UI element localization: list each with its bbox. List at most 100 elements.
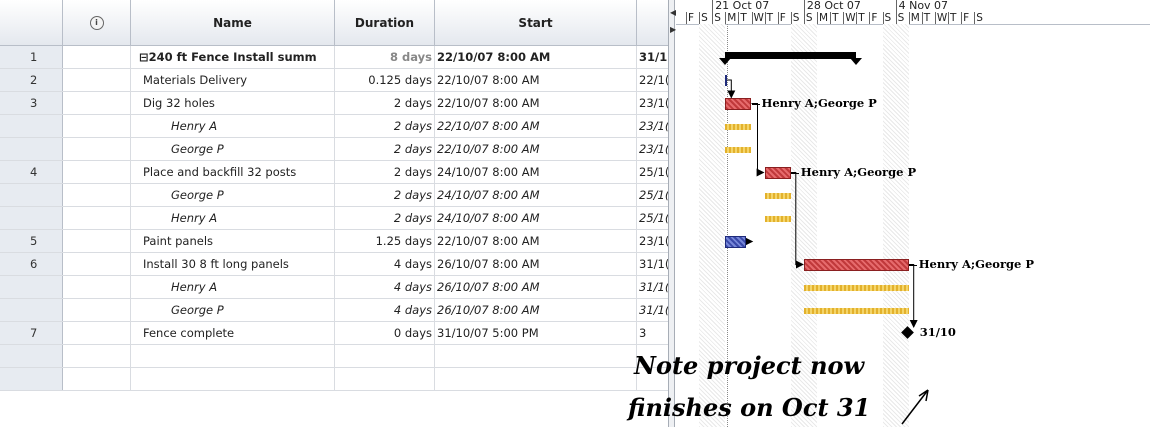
start-cell[interactable]: 22/10/07 8:00 AM <box>435 115 637 137</box>
task-name-cell[interactable]: George P <box>131 184 335 206</box>
indicator-cell[interactable] <box>63 138 131 160</box>
finish-cell[interactable]: 25/1( <box>637 184 668 206</box>
indicator-cell[interactable] <box>63 69 131 91</box>
indicator-cell[interactable] <box>63 184 131 206</box>
start-cell[interactable]: 22/10/07 8:00 AM <box>435 230 637 252</box>
task-name-cell[interactable]: Henry A <box>131 115 335 137</box>
table-row[interactable]: Henry A2 days 24/10/07 8:00 AM 25/1( <box>0 207 668 230</box>
finish-cell[interactable]: 31/1( <box>637 276 668 298</box>
table-row[interactable] <box>0 345 668 368</box>
table-row[interactable]: 1 ⊟240 ft Fence Install summ 8 days 22/10/0… <box>0 46 668 69</box>
duration-cell[interactable]: 2 days <box>335 115 435 137</box>
row-id-cell[interactable]: 5 <box>0 230 63 252</box>
column-header-finish[interactable] <box>637 0 668 46</box>
row-id-cell[interactable]: 4 <box>0 161 63 183</box>
table-row[interactable]: George P2 days 22/10/07 8:00 AM 23/1( <box>0 138 668 161</box>
row-id-cell[interactable]: 2 <box>0 69 63 91</box>
finish-cell[interactable]: 23/1( <box>637 92 668 114</box>
duration-cell[interactable] <box>335 368 435 390</box>
row-id-cell[interactable] <box>0 115 63 137</box>
indicator-cell[interactable] <box>63 207 131 229</box>
task-name-cell[interactable]: Henry A <box>131 207 335 229</box>
table-row[interactable]: 6 Install 30 8 ft long panels 4 days 26/10/… <box>0 253 668 276</box>
table-row[interactable]: 3 Dig 32 holes 2 days 22/10/07 8:00 AM 23/1( <box>0 92 668 115</box>
task-name-cell[interactable]: George P <box>131 299 335 321</box>
assignment-bar[interactable] <box>764 215 791 222</box>
task-name-cell[interactable]: Fence complete <box>131 322 335 344</box>
task-bar-place-posts[interactable] <box>764 166 791 179</box>
indicator-cell[interactable] <box>63 92 131 114</box>
table-row[interactable]: Henry A4 days 26/10/07 8:00 AM 31/1( <box>0 276 668 299</box>
task-name-cell[interactable] <box>131 345 335 367</box>
indicator-cell[interactable] <box>63 322 131 344</box>
task-name-cell[interactable]: ⊟240 ft Fence Install summ <box>131 46 335 68</box>
finish-cell[interactable]: 3 <box>637 322 668 344</box>
task-bar-install-panels[interactable] <box>803 258 909 271</box>
row-id-cell[interactable] <box>0 368 63 390</box>
start-cell[interactable]: 22/10/07 8:00 AM <box>435 69 637 91</box>
start-cell[interactable]: 26/10/07 8:00 AM <box>435 253 637 275</box>
finish-cell[interactable]: 31/1( <box>637 253 668 275</box>
finish-cell[interactable]: 22/1( <box>637 69 668 91</box>
finish-cell[interactable]: 25/1( <box>637 207 668 229</box>
duration-cell[interactable]: 2 days <box>335 138 435 160</box>
column-header-duration[interactable]: Duration <box>335 0 435 46</box>
assignment-bar[interactable] <box>725 123 752 130</box>
indicators-header[interactable]: i <box>63 0 131 46</box>
column-header-start[interactable]: Start <box>435 0 637 46</box>
row-id-cell[interactable] <box>0 299 63 321</box>
table-row[interactable]: George P4 days 26/10/07 8:00 AM 31/1( <box>0 299 668 322</box>
start-cell[interactable]: 22/10/07 8:00 AM <box>435 46 637 68</box>
row-id-cell[interactable] <box>0 138 63 160</box>
start-cell[interactable]: 31/10/07 5:00 PM <box>435 322 637 344</box>
task-name-cell[interactable]: George P <box>131 138 335 160</box>
start-cell[interactable]: 24/10/07 8:00 AM <box>435 161 637 183</box>
row-id-cell[interactable]: 3 <box>0 92 63 114</box>
duration-cell[interactable]: 2 days <box>335 161 435 183</box>
duration-cell[interactable]: 4 days <box>335 276 435 298</box>
task-name-cell[interactable]: Place and backfill 32 posts <box>131 161 335 183</box>
row-id-cell[interactable] <box>0 184 63 206</box>
start-cell[interactable]: 26/10/07 8:00 AM <box>435 276 637 298</box>
table-row[interactable] <box>0 368 668 391</box>
task-bar-paint-panels[interactable] <box>725 235 747 248</box>
assignment-bar[interactable] <box>803 307 909 314</box>
finish-cell[interactable]: 23/1( <box>637 230 668 252</box>
table-row[interactable]: Henry A2 days 22/10/07 8:00 AM 23/1( <box>0 115 668 138</box>
duration-cell[interactable]: 2 days <box>335 184 435 206</box>
indicator-cell[interactable] <box>63 161 131 183</box>
start-cell[interactable]: 22/10/07 8:00 AM <box>435 92 637 114</box>
task-name-cell[interactable]: Install 30 8 ft long panels <box>131 253 335 275</box>
assignment-bar[interactable] <box>764 192 791 199</box>
row-id-cell[interactable]: 7 <box>0 322 63 344</box>
task-name-cell[interactable]: Dig 32 holes <box>131 92 335 114</box>
materials-delivery-bar[interactable] <box>725 75 728 86</box>
row-id-cell[interactable] <box>0 207 63 229</box>
task-bar-dig-holes[interactable] <box>725 97 752 110</box>
task-name-cell[interactable]: Materials Delivery <box>131 69 335 91</box>
finish-cell[interactable]: 23/1( <box>637 115 668 137</box>
indicator-cell[interactable] <box>63 230 131 252</box>
indicator-cell[interactable] <box>63 345 131 367</box>
indicator-cell[interactable] <box>63 276 131 298</box>
duration-cell[interactable]: 4 days <box>335 253 435 275</box>
assignment-bar[interactable] <box>725 146 752 153</box>
table-row[interactable]: 2 Materials Delivery 0.125 days 22/10/07 8:… <box>0 69 668 92</box>
indicator-cell[interactable] <box>63 46 131 68</box>
start-cell[interactable]: 26/10/07 8:00 AM <box>435 299 637 321</box>
start-cell[interactable]: 24/10/07 8:00 AM <box>435 184 637 206</box>
assignment-bar[interactable] <box>803 284 909 291</box>
indicator-cell[interactable] <box>63 253 131 275</box>
row-id-header[interactable] <box>0 0 63 46</box>
duration-cell[interactable] <box>335 345 435 367</box>
indicator-cell[interactable] <box>63 299 131 321</box>
task-name-cell[interactable]: Paint panels <box>131 230 335 252</box>
duration-cell[interactable]: 0 days <box>335 322 435 344</box>
column-header-name[interactable]: Name <box>131 0 335 46</box>
row-id-cell[interactable]: 1 <box>0 46 63 68</box>
table-row[interactable]: 5 Paint panels 1.25 days 22/10/07 8:00 AM 23… <box>0 230 668 253</box>
row-id-cell[interactable] <box>0 345 63 367</box>
row-id-cell[interactable]: 6 <box>0 253 63 275</box>
task-name-cell[interactable] <box>131 368 335 390</box>
summary-bar[interactable] <box>725 52 857 59</box>
